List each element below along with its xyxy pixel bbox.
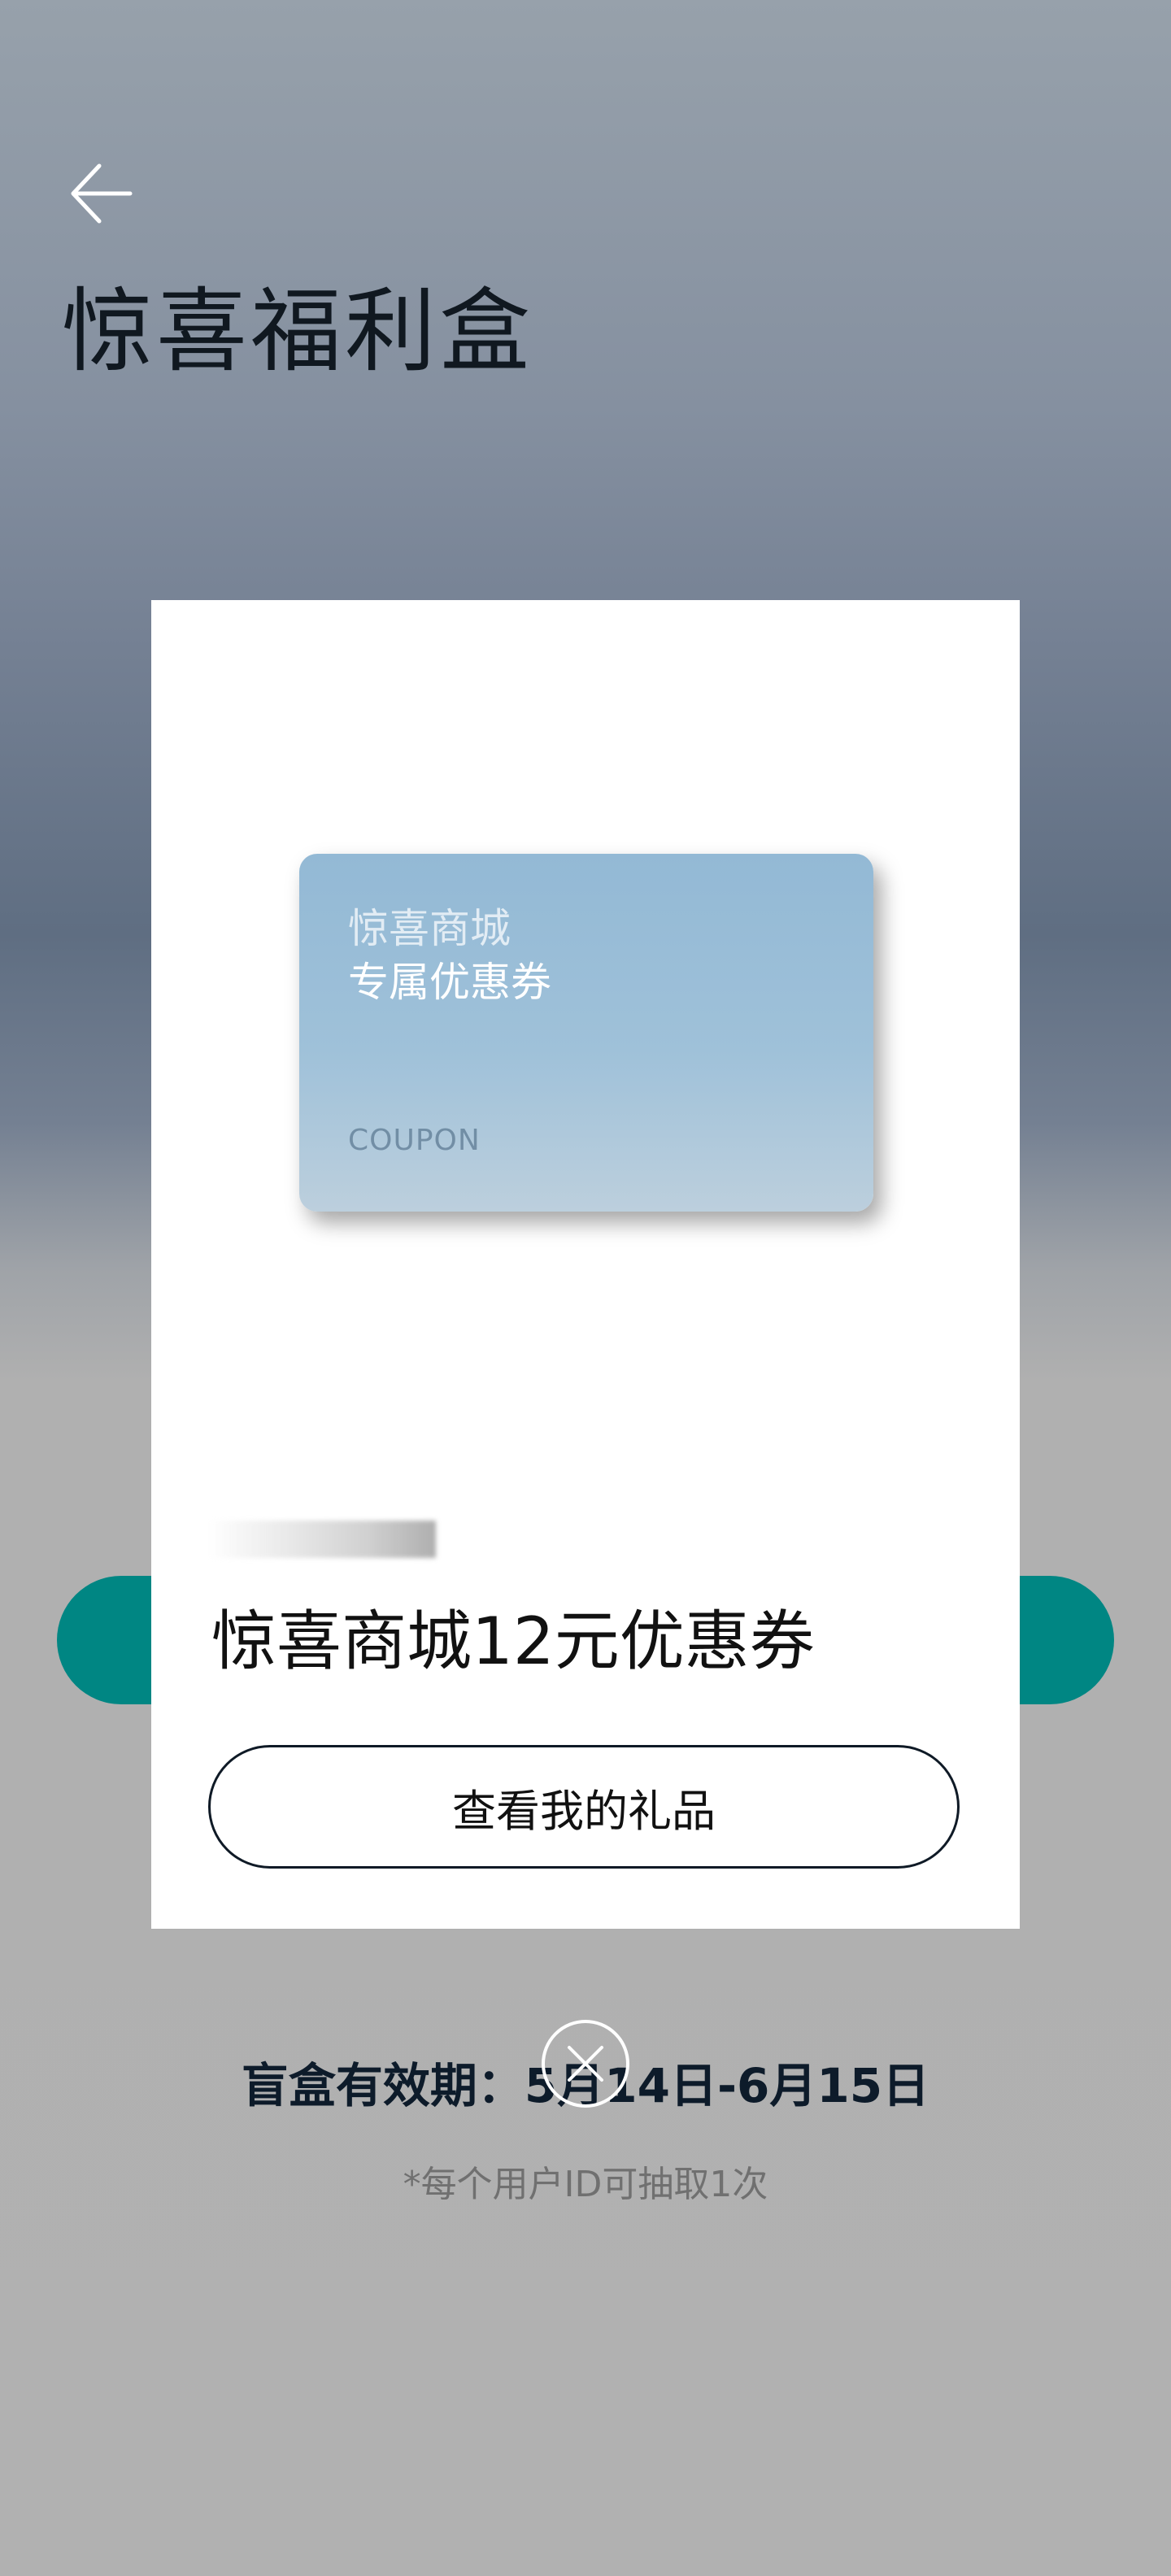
- draw-limit-note: *每个用户ID可抽取1次: [403, 2164, 768, 2205]
- close-modal-button[interactable]: [540, 2018, 631, 2109]
- view-my-gifts-button[interactable]: 查看我的礼品: [208, 1745, 960, 1869]
- back-button[interactable]: [68, 159, 137, 228]
- coupon-card-line1: 惊喜商城: [348, 905, 511, 952]
- gift-name: 惊喜商城12元优惠券: [211, 1603, 815, 1679]
- close-circle-icon: [542, 2020, 629, 2108]
- arrow-left-icon: [71, 163, 133, 224]
- coupon-card: 惊喜商城 专属优惠券 COUPON: [299, 854, 873, 1212]
- coupon-card-line2: 专属优惠券: [348, 959, 551, 1006]
- page-title: 惊喜福利盒: [62, 279, 533, 385]
- coupon-card-label: COUPON: [348, 1124, 481, 1157]
- blurred-text: [208, 1521, 436, 1558]
- gift-result-modal: 惊喜商城 专属优惠券 COUPON 惊喜商城12元优惠券 查看我的礼品: [151, 600, 1020, 1929]
